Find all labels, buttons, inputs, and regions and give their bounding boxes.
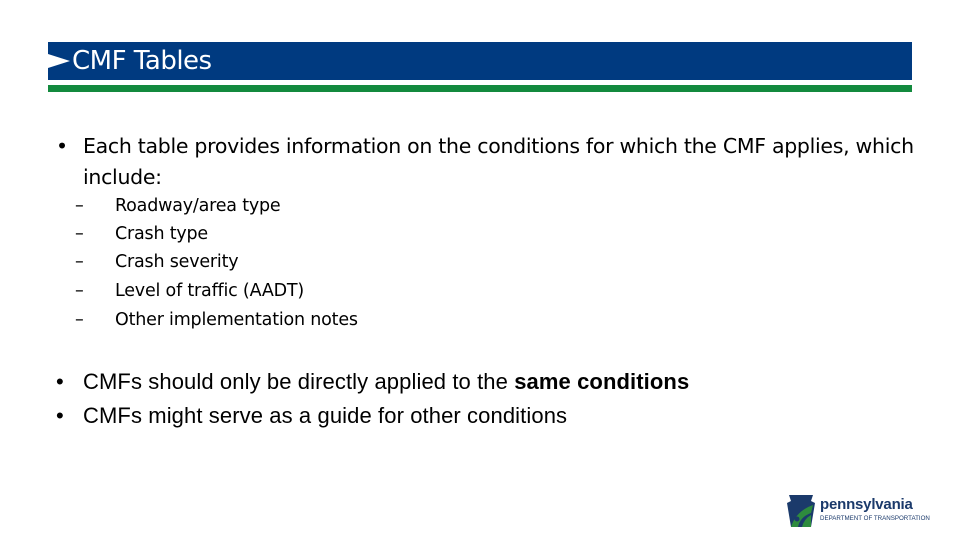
arrow-icon [48, 54, 70, 68]
bullet-icon: • [56, 369, 64, 394]
bullet-text: Each table provides information on the c… [83, 134, 914, 189]
sub-bullet-item: – Crash severity [75, 248, 239, 277]
dash-icon: – [75, 281, 84, 301]
sub-bullet-text: Other implementation notes [115, 310, 358, 330]
bullet-item: • CMFs should only be directly applied t… [56, 366, 689, 397]
sub-bullet-text: Roadway/area type [115, 196, 281, 216]
bullet-text-plain: CMFs should only be directly applied to … [83, 369, 515, 394]
sub-bullet-text: Crash type [115, 224, 209, 244]
logo-name: pennsylvania [820, 496, 913, 513]
sub-bullet-item: – Roadway/area type [75, 192, 281, 221]
bullet-item: • CMFs might serve as a guide for other … [56, 400, 567, 431]
dash-icon: – [75, 196, 84, 216]
bullet-icon: • [56, 403, 64, 428]
slide-title: CMF Tables [72, 46, 212, 76]
sub-bullet-item: – Other implementation notes [75, 306, 358, 335]
bullet-text: CMFs should only be directly applied to … [83, 369, 689, 394]
penndot-logo: pennsylvania DEPARTMENT OF TRANSPORTATIO… [786, 493, 936, 529]
bullet-text: CMFs might serve as a guide for other co… [83, 403, 568, 428]
bullet-icon: • [56, 134, 68, 158]
sub-bullet-item: – Level of traffic (AADT) [75, 277, 304, 306]
sub-bullet-text: Level of traffic (AADT) [115, 281, 304, 301]
dash-icon: – [75, 310, 84, 330]
logo-subtitle: DEPARTMENT OF TRANSPORTATION [820, 515, 930, 522]
sub-bullet-item: – Crash type [75, 220, 208, 249]
dash-icon: – [75, 252, 84, 272]
bullet-item: • Each table provides information on the… [56, 131, 936, 193]
dash-icon: – [75, 224, 84, 244]
accent-divider [48, 85, 912, 92]
keystone-icon [787, 495, 815, 527]
bullet-text-emphasis: same conditions [514, 369, 690, 394]
sub-bullet-text: Crash severity [115, 252, 239, 272]
title-bar: CMF Tables [48, 42, 912, 80]
